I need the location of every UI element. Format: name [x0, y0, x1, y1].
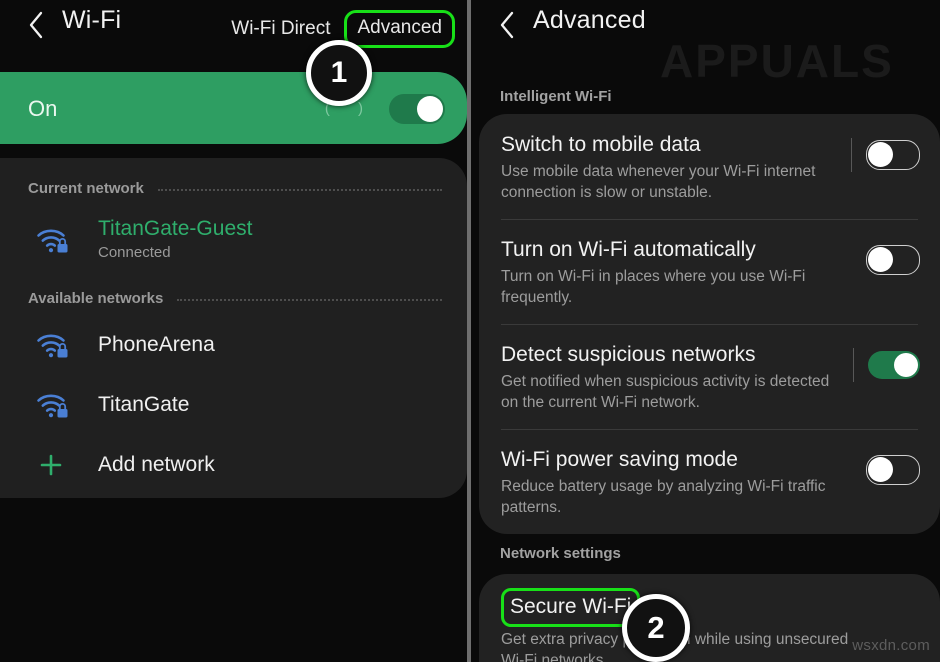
switch-knob: [417, 96, 443, 122]
wifi-settings-panel: Wi-Fi Wi-Fi Direct Advanced On ( ) Curre…: [0, 0, 467, 662]
network-name: TitanGate-Guest: [98, 217, 253, 240]
network-name: TitanGate: [98, 393, 190, 416]
back-icon[interactable]: [22, 8, 50, 42]
setting-row-turn-on-wifi-automatically[interactable]: Turn on Wi-Fi automatically Turn on Wi-F…: [479, 219, 940, 324]
switch-knob: [868, 457, 893, 482]
setting-control: [851, 130, 940, 172]
network-row-text: TitanGate: [98, 392, 189, 418]
wifi-state-label: On: [28, 96, 58, 121]
section-header-label: Available networks: [28, 290, 164, 307]
setting-title: Turn on Wi-Fi automatically: [501, 238, 756, 261]
section-header-current-network: Current network: [28, 180, 442, 197]
network-row-text: PhoneArena: [98, 332, 215, 358]
corner-watermark: wsxdn.com: [852, 637, 930, 654]
network-row-phonearena[interactable]: PhoneArena: [0, 330, 467, 360]
setting-control: [851, 445, 940, 487]
add-network-label: Add network: [98, 453, 215, 476]
setting-description: Reduce battery usage by analyzing Wi-Fi …: [501, 478, 826, 516]
network-list-card: Current network TitanGate-Guest Connecte…: [0, 158, 467, 498]
network-row-text: TitanGate-Guest Connected: [98, 216, 252, 264]
setting-control: [851, 235, 940, 277]
plus-icon: [36, 450, 88, 480]
dotted-separator: [157, 188, 442, 192]
wifi-master-toggle-banner[interactable]: On ( ): [0, 72, 467, 144]
wifi-locked-icon: [36, 330, 88, 360]
page-title: Advanced: [533, 6, 646, 34]
group-label-network-settings: Network settings: [500, 545, 621, 562]
setting-text: Detect suspicious networks Get notified …: [479, 340, 853, 413]
control-separator: [853, 348, 854, 382]
setting-title-wrap: Secure Wi-Fi: [501, 588, 928, 627]
network-name: PhoneArena: [98, 333, 215, 356]
section-header-available-networks: Available networks: [28, 290, 442, 307]
switch-track[interactable]: [389, 94, 445, 124]
advanced-button[interactable]: Advanced: [344, 10, 455, 48]
setting-title: Detect suspicious networks: [501, 343, 756, 366]
setting-row-wifi-power-saving-mode[interactable]: Wi-Fi power saving mode Reduce battery u…: [479, 429, 940, 534]
setting-description: Get notified when suspicious activity is…: [501, 373, 830, 411]
wifi-direct-button[interactable]: Wi-Fi Direct: [227, 16, 334, 42]
wifi-master-switch[interactable]: [389, 94, 445, 124]
back-icon[interactable]: [493, 8, 521, 42]
section-header-label: Current network: [28, 180, 144, 197]
toggle-wifi-power-saving-mode[interactable]: [866, 455, 920, 485]
setting-row-detect-suspicious-networks[interactable]: Detect suspicious networks Get notified …: [479, 324, 940, 429]
setting-title: Wi-Fi power saving mode: [501, 448, 738, 471]
step-badge-1: 1: [306, 40, 372, 106]
toggle-turn-on-wifi-automatically[interactable]: [866, 245, 920, 275]
setting-description: Use mobile data whenever your Wi-Fi inte…: [501, 163, 816, 201]
site-watermark: APPUALS: [660, 35, 894, 87]
switch-knob: [894, 353, 918, 377]
setting-text: Switch to mobile data Use mobile data wh…: [479, 130, 851, 203]
setting-control: [853, 340, 940, 382]
control-separator: [851, 453, 852, 487]
step-badge-2: 2: [622, 594, 690, 662]
setting-text: Turn on Wi-Fi automatically Turn on Wi-F…: [479, 235, 851, 308]
add-network-row[interactable]: Add network: [0, 450, 467, 480]
setting-text: Wi-Fi power saving mode Reduce battery u…: [479, 445, 851, 518]
wifi-topbar: Wi-Fi Wi-Fi Direct Advanced: [0, 0, 467, 52]
screenshot-root: Wi-Fi Wi-Fi Direct Advanced On ( ) Curre…: [0, 0, 940, 662]
setting-description: Turn on Wi-Fi in places where you use Wi…: [501, 268, 806, 306]
control-separator: [851, 138, 852, 172]
add-network-text: Add network: [98, 452, 215, 478]
setting-row-switch-to-mobile-data[interactable]: Switch to mobile data Use mobile data wh…: [479, 114, 940, 219]
switch-knob: [868, 247, 893, 272]
intelligent-wifi-card: Switch to mobile data Use mobile data wh…: [479, 114, 940, 534]
setting-title: Switch to mobile data: [501, 133, 701, 156]
wifi-locked-icon: [36, 390, 88, 420]
network-row-titangate[interactable]: TitanGate: [0, 390, 467, 420]
network-status: Connected: [98, 244, 171, 261]
dotted-separator: [177, 298, 442, 302]
page-title: Wi-Fi: [62, 6, 122, 34]
toggle-switch-to-mobile-data[interactable]: [866, 140, 920, 170]
secure-wifi-highlight[interactable]: Secure Wi-Fi: [501, 588, 641, 627]
advanced-settings-panel: Advanced APPUALS Intelligent Wi-Fi Switc…: [471, 0, 940, 662]
group-label-intelligent-wifi: Intelligent Wi-Fi: [500, 88, 612, 105]
toggle-detect-suspicious-networks[interactable]: [868, 351, 920, 379]
wifi-locked-icon: [36, 225, 88, 255]
switch-knob: [868, 142, 893, 167]
network-row-current[interactable]: TitanGate-Guest Connected: [0, 216, 467, 264]
control-separator: [851, 243, 852, 277]
